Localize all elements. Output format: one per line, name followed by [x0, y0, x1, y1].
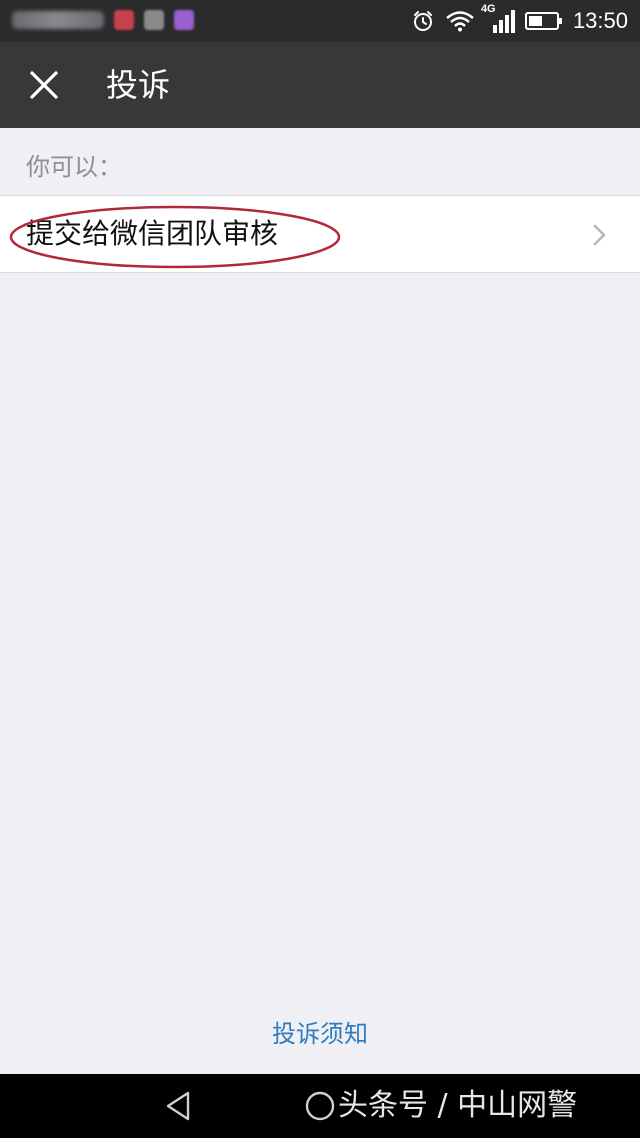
notification-icon: [144, 10, 164, 30]
close-button[interactable]: [20, 61, 68, 109]
battery-icon: [524, 12, 562, 30]
nav-bar: 投诉: [0, 42, 640, 128]
status-icons: 4G 13:50: [411, 3, 628, 36]
complaint-notice-link[interactable]: 投诉须知: [0, 1016, 640, 1052]
home-icon[interactable]: [304, 1090, 336, 1122]
wifi-icon: [446, 11, 474, 32]
system-nav-bar: 头条号 / 中山网警: [0, 1074, 640, 1138]
carrier-name-blurred: [12, 11, 104, 29]
back-icon[interactable]: [160, 1088, 196, 1124]
signal-icon: 4G: [481, 3, 515, 35]
close-icon: [30, 71, 58, 99]
status-bar: 4G 13:50: [0, 0, 640, 42]
page-title: 投诉: [106, 66, 171, 104]
list-item-label: 提交给微信团队审核: [26, 217, 279, 250]
notification-area: [12, 10, 194, 30]
chevron-right-icon: [593, 224, 606, 246]
alarm-icon: [413, 11, 432, 31]
submit-to-wechat-team-item[interactable]: 提交给微信团队审核: [0, 195, 640, 273]
watermark-text: 头条号 / 中山网警: [338, 1088, 578, 1123]
status-time: 13:50: [572, 8, 628, 33]
notification-icon: [174, 10, 194, 30]
section-label: 你可以：: [26, 153, 122, 181]
notification-icon: [114, 10, 134, 30]
